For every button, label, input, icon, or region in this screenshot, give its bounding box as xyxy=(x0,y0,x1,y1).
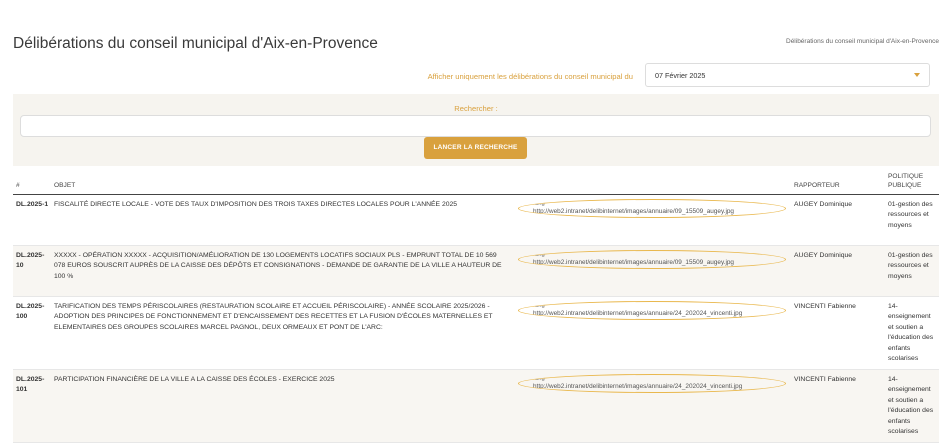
row-document-link[interactable]: ung http://web2.intranet/delibinternet/i… xyxy=(518,250,786,269)
header-rapporteur: RAPPORTEUR xyxy=(794,182,840,189)
row-rapporteur: VINCENTI Fabienne xyxy=(794,376,856,383)
row-document-label: ung xyxy=(535,376,545,382)
row-politique: 01-gestion des ressources et moyens xyxy=(888,201,933,229)
row-document-url: http://web2.intranet/delibinternet/image… xyxy=(533,383,743,390)
row-number: DL.2025-100 xyxy=(16,303,45,321)
row-object: FISCALITÉ DIRECTE LOCALE - VOTE DES TAUX… xyxy=(54,201,458,208)
row-document-url: http://web2.intranet/delibinternet/image… xyxy=(533,259,734,266)
header-number: # xyxy=(16,182,20,189)
row-number: DL.2025-10 xyxy=(16,252,45,270)
row-document-url: http://web2.intranet/delibinternet/image… xyxy=(533,208,734,215)
table-header: # OBJET RAPPORTEUR POLITIQUE PUBLIQUE xyxy=(13,170,939,195)
deliberations-table: # OBJET RAPPORTEUR POLITIQUE PUBLIQUE DL… xyxy=(13,170,939,443)
row-rapporteur: VINCENTI Fabienne xyxy=(794,303,856,310)
header-object: OBJET xyxy=(54,182,76,189)
row-politique: 14-enseignement et soutien a l'éducation… xyxy=(888,303,934,363)
row-document-label: ung xyxy=(535,252,545,258)
row-document-link[interactable]: ung http://web2.intranet/delibinternet/i… xyxy=(518,199,786,218)
row-document-label: ung xyxy=(535,201,545,207)
row-number: DL.2025-1 xyxy=(16,201,49,208)
table-row: DL.2025-10 XXXXX - OPÉRATION XXXXX - ACQ… xyxy=(13,246,939,297)
row-object: XXXXX - OPÉRATION XXXXX - ACQUISITION/AM… xyxy=(54,252,502,280)
row-rapporteur: AUGEY Dominique xyxy=(794,201,853,208)
table-row: DL.2025-101 PARTICIPATION FINANCIÈRE DE … xyxy=(13,370,939,443)
table-row: DL.2025-100 TARIFICATION DES TEMPS PÉRIS… xyxy=(13,297,939,370)
breadcrumb: Délibérations du conseil municipal d'Aix… xyxy=(786,38,939,45)
table-row: DL.2025-1 FISCALITÉ DIRECTE LOCALE - VOT… xyxy=(13,195,939,246)
row-document-url: http://web2.intranet/delibinternet/image… xyxy=(533,310,743,317)
date-filter-label: Afficher uniquement les délibérations du… xyxy=(427,72,633,81)
search-button[interactable]: LANCER LA RECHERCHE xyxy=(424,137,527,159)
row-rapporteur: AUGEY Dominique xyxy=(794,252,853,259)
search-label: Rechercher : xyxy=(454,104,498,113)
row-object: PARTICIPATION FINANCIÈRE DE LA VILLE A L… xyxy=(54,376,335,383)
search-input[interactable] xyxy=(20,115,931,137)
row-politique: 14-enseignement et soutien a l'éducation… xyxy=(888,376,934,436)
chevron-down-icon xyxy=(914,73,920,77)
search-panel: Rechercher : LANCER LA RECHERCHE xyxy=(13,94,939,166)
row-number: DL.2025-101 xyxy=(16,376,45,394)
date-select[interactable]: 07 Février 2025 xyxy=(645,63,930,87)
header-politique: POLITIQUE PUBLIQUE xyxy=(888,173,924,189)
date-select-value: 07 Février 2025 xyxy=(655,71,706,80)
row-document-link[interactable]: ung http://web2.intranet/delibinternet/i… xyxy=(518,301,786,320)
row-politique: 01-gestion des ressources et moyens xyxy=(888,252,933,280)
row-document-label: ung xyxy=(535,303,545,309)
page-title: Délibérations du conseil municipal d'Aix… xyxy=(13,35,378,52)
row-object: TARIFICATION DES TEMPS PÉRISCOLAIRES (RE… xyxy=(54,303,493,331)
date-filter: Afficher uniquement les délibérations du… xyxy=(0,63,947,89)
row-document-link[interactable]: ung http://web2.intranet/delibinternet/i… xyxy=(518,374,786,393)
